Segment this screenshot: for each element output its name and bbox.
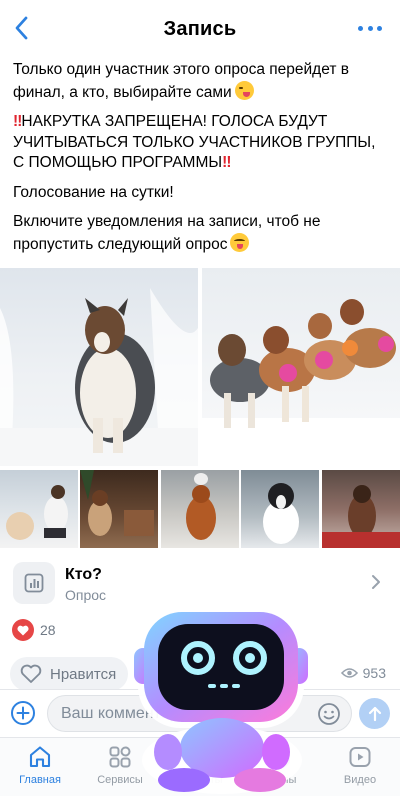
photo-dog-with-gifts[interactable] [80, 470, 158, 548]
red-dog-image [186, 473, 216, 540]
like-label: Нравится [50, 665, 117, 683]
emoji-button[interactable] [317, 702, 341, 726]
heart-icon [12, 619, 34, 641]
eye-icon [340, 668, 358, 678]
poll-title: Кто? [65, 566, 102, 583]
post-warning: НАКРУТКА ЗАПРЕЩЕНА! ГОЛОСА БУДУТ УЧИТЫВА… [13, 113, 376, 171]
market-icon [191, 746, 209, 767]
page-title: Запись [163, 18, 237, 40]
yum-face-emoji-icon [230, 232, 250, 252]
more-button[interactable] [358, 20, 382, 36]
poll-subtitle: Опрос [65, 587, 107, 603]
reactions-summary[interactable]: 28 [12, 619, 56, 641]
poll-attachment[interactable]: Кто? Опрос [0, 560, 400, 612]
dog-with-gifts-image [80, 470, 154, 536]
top-bar: Запись [0, 0, 400, 56]
chevron-right-icon [372, 575, 380, 589]
winking-tongue-emoji-icon [234, 80, 254, 100]
dog-in-snow-image [0, 288, 198, 466]
tab-label: Сервисы [97, 774, 143, 786]
bottom-tab-bar: Главная Сервисы Маркеты Клипы Видео [0, 737, 400, 796]
tab-label: Видео [343, 774, 377, 786]
tab-label: Главная [19, 774, 61, 786]
photo-black-white-dog[interactable] [241, 470, 319, 548]
like-button[interactable]: Нравится [10, 657, 128, 691]
post-paragraph: Включите уведомления на записи, чтоб не … [13, 212, 388, 255]
tab-clips[interactable]: Клипы [240, 738, 320, 796]
more-dot [358, 25, 363, 31]
photo-girl-with-dog[interactable] [0, 470, 78, 548]
dog-team-image [202, 299, 400, 466]
more-dot [377, 25, 382, 31]
post-line-1: Только один участник этого опроса перейд… [13, 61, 349, 101]
post-notify: Включите уведомления на записи, чтоб не … [13, 213, 321, 253]
heart-outline-icon [20, 664, 42, 683]
dog-christmas-image [322, 485, 400, 548]
photo-dog-christmas[interactable] [322, 470, 400, 548]
tab-home[interactable]: Главная [0, 738, 80, 796]
post-paragraph: ‼НАКРУТКА ЗАПРЕЩЕНА! ГОЛОСА БУДУТ УЧИТЫВ… [13, 112, 388, 174]
tab-label: Маркеты [177, 774, 223, 786]
photo-dog-team-with-bows[interactable] [202, 268, 400, 466]
views-count: 953 [362, 665, 386, 681]
post-paragraph: Голосование на сутки! [13, 183, 388, 204]
photo-red-dog-snow[interactable] [161, 470, 239, 548]
video-icon [349, 747, 371, 767]
black-white-dog-image [263, 483, 299, 544]
send-button[interactable] [359, 698, 390, 729]
tab-market[interactable]: Маркеты [160, 738, 240, 796]
plus-circle-icon [11, 701, 35, 725]
comment-input[interactable] [47, 695, 352, 732]
girl-with-dog-image [6, 485, 68, 540]
tab-video[interactable]: Видео [320, 738, 400, 796]
tab-label: Клипы [263, 774, 297, 786]
double-exclamation-icon: ‼ [222, 154, 231, 171]
poll-chart-icon [13, 562, 55, 604]
more-dot [367, 25, 373, 31]
smile-icon [318, 703, 340, 725]
add-attachment-button[interactable] [10, 700, 36, 726]
views-counter: 953 [340, 665, 386, 681]
home-icon [29, 746, 51, 768]
clips-icon [270, 747, 290, 767]
reaction-count: 28 [40, 622, 56, 638]
services-grid-icon [109, 746, 131, 768]
post-text: Только один участник этого опроса перейд… [13, 60, 388, 264]
post-paragraph: Только один участник этого опроса перейд… [13, 60, 388, 103]
post-voting: Голосование на сутки! [13, 183, 174, 201]
comment-composer [0, 689, 400, 737]
tab-services[interactable]: Сервисы [80, 738, 160, 796]
arrow-up-icon [368, 706, 381, 721]
photo-dog-in-snow[interactable] [0, 268, 198, 466]
